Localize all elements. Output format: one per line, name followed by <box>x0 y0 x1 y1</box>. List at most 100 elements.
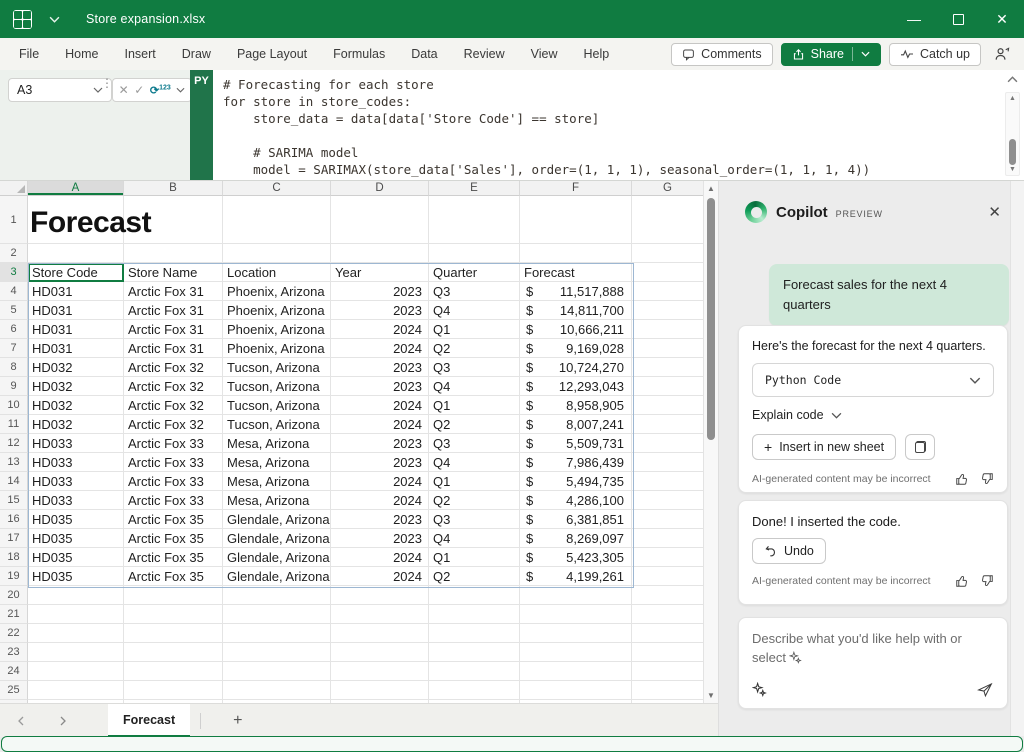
column-header-D[interactable]: D <box>331 181 429 196</box>
cell-E24[interactable] <box>429 662 520 681</box>
cell-G25[interactable] <box>632 681 704 700</box>
python-code-text[interactable]: # Forecasting for each store for store i… <box>223 76 1000 178</box>
cell-E22[interactable] <box>429 624 520 643</box>
cell-C21[interactable] <box>223 605 331 624</box>
cell-C22[interactable] <box>223 624 331 643</box>
cell-F25[interactable] <box>520 681 632 700</box>
row-header-8[interactable]: 8 <box>0 358 28 377</box>
cell-A20[interactable] <box>28 586 124 605</box>
cell-G11[interactable] <box>632 415 704 434</box>
maximize-button[interactable] <box>936 0 980 38</box>
copy-code-button[interactable] <box>905 434 935 460</box>
cell-E17[interactable]: Q4 <box>429 529 520 548</box>
ribbon-tab-home[interactable]: Home <box>52 38 111 70</box>
row-header-11[interactable]: 11 <box>0 415 28 434</box>
cell-B23[interactable] <box>124 643 223 662</box>
cell-D4[interactable]: 2023 <box>331 282 429 301</box>
cell-D6[interactable]: 2024 <box>331 320 429 339</box>
row-header-21[interactable]: 21 <box>0 605 28 624</box>
cell-C15[interactable]: Mesa, Arizona <box>223 491 331 510</box>
cell-E5[interactable]: Q4 <box>429 301 520 320</box>
row-header-12[interactable]: 12 <box>0 434 28 453</box>
row-header-19[interactable]: 19 <box>0 567 28 586</box>
thumbs-up-icon-2[interactable] <box>955 574 969 588</box>
presence-people-button[interactable] <box>989 43 1014 66</box>
cell-G23[interactable] <box>632 643 704 662</box>
cell-B13[interactable]: Arctic Fox 33 <box>124 453 223 472</box>
row-header-16[interactable]: 16 <box>0 510 28 529</box>
grid-scrollbar-thumb[interactable] <box>707 198 715 440</box>
cell-B3[interactable]: Store Name <box>124 263 223 282</box>
cell-A14[interactable]: HD033 <box>28 472 124 491</box>
cell-A22[interactable] <box>28 624 124 643</box>
cell-C7[interactable]: Phoenix, Arizona <box>223 339 331 358</box>
cell-C12[interactable]: Mesa, Arizona <box>223 434 331 453</box>
cell-F2[interactable] <box>520 244 632 263</box>
excel-logo-icon[interactable] <box>13 10 32 29</box>
cell-D9[interactable]: 2023 <box>331 377 429 396</box>
cell-F21[interactable] <box>520 605 632 624</box>
formula-scrollbar-thumb[interactable] <box>1009 139 1016 165</box>
ribbon-tab-file[interactable]: File <box>6 38 52 70</box>
cell-C18[interactable]: Glendale, Arizona <box>223 548 331 567</box>
row-header-14[interactable]: 14 <box>0 472 28 491</box>
cell-B20[interactable] <box>124 586 223 605</box>
cell-G15[interactable] <box>632 491 704 510</box>
row-header-9[interactable]: 9 <box>0 377 28 396</box>
grid-vertical-scrollbar[interactable]: ▲ ▼ <box>703 181 718 703</box>
cell-D13[interactable]: 2023 <box>331 453 429 472</box>
cell-F17[interactable]: $8,269,097 <box>520 529 632 548</box>
cell-A24[interactable] <box>28 662 124 681</box>
sheet-nav-left-icon[interactable] <box>0 716 42 726</box>
cell-E3[interactable]: Quarter <box>429 263 520 282</box>
cell-A1[interactable]: Forecast <box>28 196 124 244</box>
row-header-22[interactable]: 22 <box>0 624 28 643</box>
cell-E16[interactable]: Q3 <box>429 510 520 529</box>
cell-B6[interactable]: Arctic Fox 31 <box>124 320 223 339</box>
column-header-F[interactable]: F <box>520 181 632 196</box>
selected-cell-A3[interactable]: Store Code <box>28 263 124 282</box>
scroll-down-icon[interactable]: ▼ <box>1006 166 1019 173</box>
cell-C20[interactable] <box>223 586 331 605</box>
cell-F18[interactable]: $5,423,305 <box>520 548 632 567</box>
cell-D7[interactable]: 2024 <box>331 339 429 358</box>
cell-B5[interactable]: Arctic Fox 31 <box>124 301 223 320</box>
cell-B4[interactable]: Arctic Fox 31 <box>124 282 223 301</box>
close-button[interactable]: ✕ <box>980 0 1024 38</box>
cell-A19[interactable]: HD035 <box>28 567 124 586</box>
copilot-close-icon[interactable]: ✕ <box>988 203 1001 221</box>
row-header-7[interactable]: 7 <box>0 339 28 358</box>
cell-F20[interactable] <box>520 586 632 605</box>
cell-C14[interactable]: Mesa, Arizona <box>223 472 331 491</box>
cell-C6[interactable]: Phoenix, Arizona <box>223 320 331 339</box>
cell-A7[interactable]: HD031 <box>28 339 124 358</box>
cell-E4[interactable]: Q3 <box>429 282 520 301</box>
minimize-button[interactable]: — <box>892 0 936 38</box>
cell-F10[interactable]: $8,958,905 <box>520 396 632 415</box>
row-header-2[interactable]: 2 <box>0 244 28 263</box>
cell-A15[interactable]: HD033 <box>28 491 124 510</box>
copilot-panel-scrollbar[interactable] <box>1010 181 1024 736</box>
ribbon-tab-formulas[interactable]: Formulas <box>320 38 398 70</box>
cell-A2[interactable] <box>28 244 124 263</box>
cell-F13[interactable]: $7,986,439 <box>520 453 632 472</box>
undo-button[interactable]: Undo <box>752 538 826 564</box>
ribbon-tab-page-layout[interactable]: Page Layout <box>224 38 320 70</box>
cell-E11[interactable]: Q2 <box>429 415 520 434</box>
cell-D21[interactable] <box>331 605 429 624</box>
cell-D1[interactable] <box>331 196 429 244</box>
column-header-B[interactable]: B <box>124 181 223 196</box>
add-sheet-button[interactable]: + <box>233 712 242 730</box>
cell-E19[interactable]: Q2 <box>429 567 520 586</box>
cell-B18[interactable]: Arctic Fox 35 <box>124 548 223 567</box>
cell-A12[interactable]: HD033 <box>28 434 124 453</box>
ribbon-tab-insert[interactable]: Insert <box>112 38 169 70</box>
cell-B14[interactable]: Arctic Fox 33 <box>124 472 223 491</box>
cell-C16[interactable]: Glendale, Arizona <box>223 510 331 529</box>
cell-G7[interactable] <box>632 339 704 358</box>
row-header-5[interactable]: 5 <box>0 301 28 320</box>
sparkle-prompt-icon[interactable] <box>752 682 767 697</box>
column-header-A[interactable]: A <box>28 181 124 196</box>
cell-F22[interactable] <box>520 624 632 643</box>
cancel-entry-icon[interactable]: ✕ <box>119 83 129 97</box>
